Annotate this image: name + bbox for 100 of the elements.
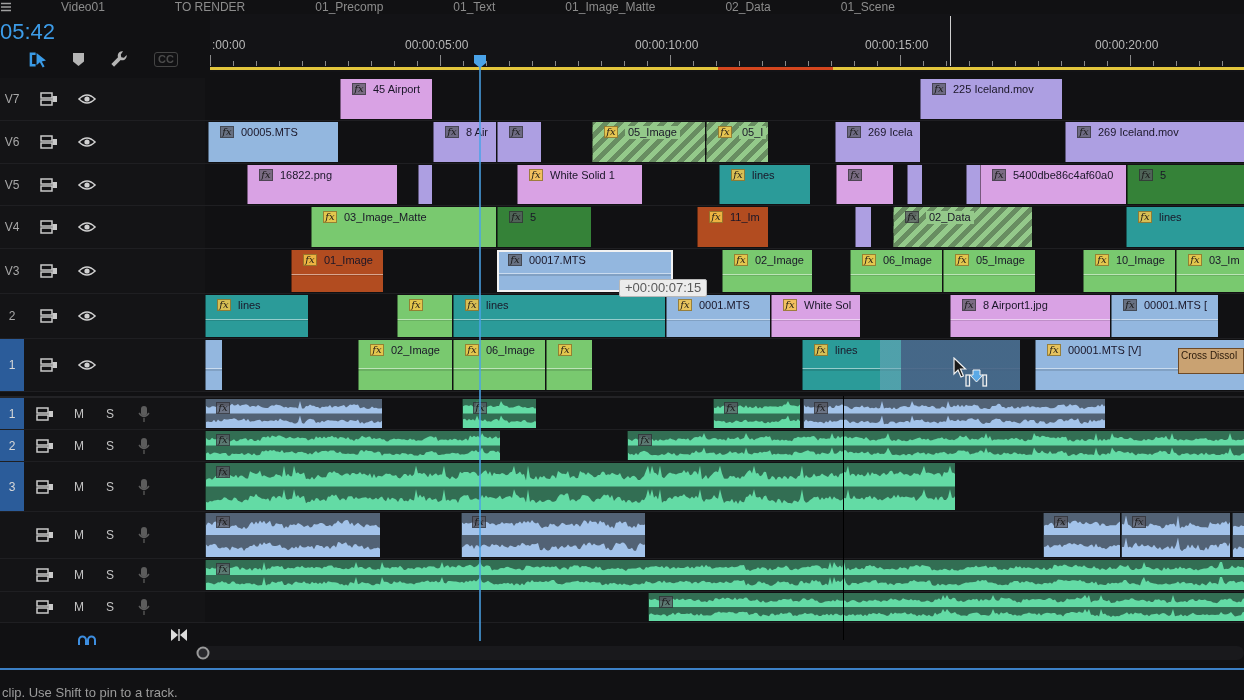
video-clip[interactable]: fx 11_Im — [697, 207, 768, 247]
fx-badge[interactable]: fx — [848, 169, 862, 181]
video-clip[interactable] — [907, 165, 922, 204]
video-clip[interactable]: fx lines — [802, 340, 1020, 390]
video-clip[interactable]: fx 05_Image — [943, 250, 1035, 292]
sequence-tab[interactable]: 01_Precomp — [315, 0, 384, 14]
fx-badge[interactable]: fx — [731, 169, 745, 181]
stacked-rectangles-icon[interactable] — [36, 568, 54, 582]
video-clip[interactable]: fx 225 Iceland.mov — [920, 79, 1062, 119]
audio-clip[interactable]: fx — [205, 399, 382, 428]
fx-badge[interactable]: fx — [409, 299, 423, 311]
track-label[interactable]: 3 — [0, 462, 24, 511]
solo-button[interactable]: S — [106, 568, 114, 582]
scrollbar[interactable] — [196, 646, 1244, 660]
video-clip[interactable]: fx 45 Airport — [340, 79, 432, 119]
stacked-rectangles-icon[interactable] — [40, 135, 58, 149]
video-clip[interactable]: fx 16822.png — [247, 165, 397, 204]
video-clip[interactable]: fx 06_Image — [850, 250, 942, 292]
track-label[interactable]: V7 — [4, 90, 20, 108]
microphone-icon[interactable] — [138, 436, 150, 455]
video-clip[interactable]: fx 01_Image — [291, 250, 383, 292]
stacked-rectangles-icon[interactable] — [36, 528, 54, 542]
bowtie-icon[interactable] — [171, 629, 187, 641]
track-label[interactable]: 2 — [0, 430, 24, 461]
fx-badge[interactable]: fx — [678, 299, 692, 311]
fx-badge[interactable]: fx — [718, 126, 732, 138]
stacked-rectangles-icon[interactable] — [36, 438, 54, 453]
video-clip[interactable]: fx 00005.MTS — [208, 122, 338, 162]
video-clip[interactable]: fx White Solid 1 — [517, 165, 642, 204]
sequence-tab[interactable]: TO RENDER — [174, 0, 246, 14]
sequence-tab[interactable]: 02_Data — [725, 0, 771, 14]
video-clip[interactable]: fx 8 Airport1.jpg — [950, 295, 1110, 337]
fx-badge[interactable]: fx — [604, 126, 618, 138]
fx-badge[interactable]: fx — [465, 299, 479, 311]
video-clip[interactable]: fx 02_Image — [722, 250, 812, 292]
solo-button[interactable]: S — [106, 406, 114, 421]
eye-icon[interactable] — [78, 265, 96, 277]
fx-badge[interactable]: fx — [734, 254, 748, 266]
stacked-rectangles-icon[interactable] — [36, 600, 54, 614]
fx-badge[interactable]: fx — [1123, 299, 1137, 311]
snap-icon[interactable] — [28, 50, 47, 68]
scroll-handle-icon[interactable] — [196, 646, 210, 660]
stacked-rectangles-icon[interactable] — [40, 177, 58, 192]
fx-badge[interactable]: fx — [220, 126, 234, 138]
video-clip[interactable]: fx White Sol — [771, 295, 860, 337]
eye-icon[interactable] — [78, 136, 96, 148]
mute-button[interactable]: M — [74, 528, 84, 542]
fx-badge[interactable]: fx — [955, 254, 969, 266]
mute-button[interactable]: M — [74, 600, 84, 614]
video-clip[interactable]: fx 05_I — [706, 122, 768, 162]
microphone-icon[interactable] — [138, 566, 150, 584]
stacked-rectangles-icon[interactable] — [36, 479, 54, 494]
microphone-icon[interactable] — [138, 477, 150, 496]
solo-button[interactable]: S — [106, 528, 114, 542]
sequence-tab[interactable]: Video01 — [61, 0, 105, 14]
eye-icon[interactable] — [78, 221, 96, 233]
sequence-tab[interactable]: 01_Image_Matte — [565, 0, 656, 14]
video-clip[interactable]: fx 02_Data — [893, 207, 1032, 247]
fx-badge[interactable]: fx — [992, 169, 1006, 181]
mute-button[interactable]: M — [74, 406, 84, 421]
timeline-ruler[interactable]: :00:00 00:00:05:00 00:00:10:00 00:00:15:00 00:00:20:00 — [210, 14, 1244, 72]
mute-button[interactable]: M — [74, 479, 84, 494]
track-label[interactable]: V3 — [4, 262, 20, 280]
fx-badge[interactable]: fx — [638, 434, 652, 446]
video-clip[interactable]: fx 06_Image — [453, 340, 545, 390]
stacked-rectangles-icon[interactable] — [40, 264, 58, 278]
mute-button[interactable]: M — [74, 438, 84, 453]
video-clip[interactable]: fx 269 Icela — [835, 122, 920, 162]
solo-button[interactable]: S — [106, 438, 114, 453]
video-clip[interactable]: fx 8 Air — [433, 122, 496, 162]
fx-badge[interactable]: fx — [1047, 344, 1061, 356]
wrench-icon[interactable] — [110, 50, 128, 68]
eye-icon[interactable] — [78, 359, 96, 371]
fx-badge[interactable]: fx — [962, 299, 976, 311]
video-clip[interactable]: fx lines — [205, 295, 308, 337]
microphone-icon[interactable] — [138, 404, 150, 423]
fx-badge[interactable]: fx — [216, 563, 230, 575]
eye-icon[interactable] — [78, 310, 96, 322]
fx-badge[interactable]: fx — [370, 344, 384, 356]
video-clip[interactable]: fx 5 — [497, 207, 591, 247]
video-clip[interactable]: fx — [546, 340, 592, 390]
menu-icon[interactable] — [1, 2, 11, 12]
fx-badge[interactable]: fx — [216, 402, 230, 414]
stacked-rectangles-icon[interactable] — [40, 358, 58, 372]
track-label[interactable]: 2 — [8, 307, 16, 325]
mute-button[interactable]: M — [74, 568, 84, 582]
video-clip[interactable]: fx 00001.MTS [V] Cross Dissol — [1035, 340, 1244, 390]
fx-badge[interactable]: fx — [352, 83, 366, 95]
microphone-icon[interactable] — [138, 526, 150, 544]
solo-button[interactable]: S — [106, 479, 114, 494]
video-clip[interactable]: fx 05_Image — [592, 122, 705, 162]
fx-badge[interactable]: fx — [465, 344, 479, 356]
video-clip[interactable] — [205, 340, 222, 390]
video-clip[interactable]: fx 03_Im — [1176, 250, 1244, 292]
stacked-rectangles-icon[interactable] — [40, 220, 58, 234]
fx-badge[interactable]: fx — [659, 596, 673, 608]
video-clip[interactable] — [855, 207, 871, 247]
sequence-tab[interactable]: 01_Scene — [840, 0, 895, 14]
stacked-rectangles-icon[interactable] — [36, 406, 54, 421]
video-clip[interactable]: fx 269 Iceland.mov — [1065, 122, 1244, 162]
